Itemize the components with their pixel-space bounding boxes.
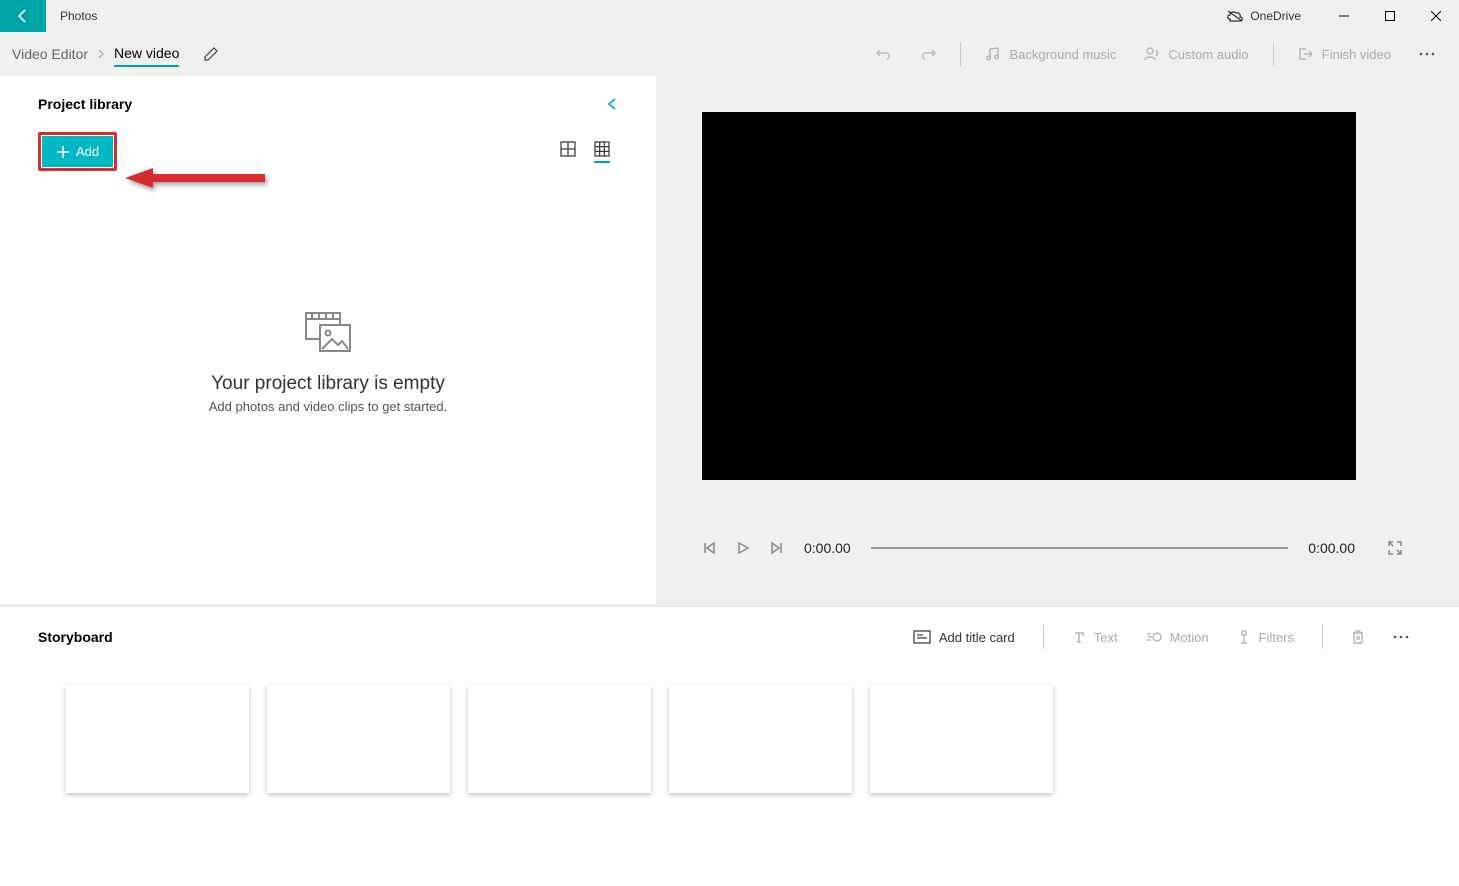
more-icon [1419,52,1435,56]
cloud-off-icon [1226,9,1244,23]
add-title-card-label: Add title card [939,630,1015,645]
storyboard-cards [38,685,1421,793]
separator [1043,625,1044,649]
toolbar: Video Editor New video Background music … [0,32,1459,76]
finish-video-label: Finish video [1322,47,1391,62]
play-button[interactable] [736,541,750,555]
delete-button[interactable] [1339,625,1377,649]
time-total: 0:00.00 [1308,540,1355,556]
add-label: Add [76,144,99,159]
more-icon [1393,635,1409,639]
filters-label: Filters [1259,630,1294,645]
storyboard-slot[interactable] [66,685,249,793]
prev-frame-button[interactable] [702,541,716,555]
library-title: Project library [38,96,132,112]
motion-icon [1146,630,1162,644]
empty-subtitle: Add photos and video clips to get starte… [38,399,618,414]
maximize-button[interactable] [1367,0,1413,32]
storyboard-more-button[interactable] [1381,631,1421,643]
custom-audio-label: Custom audio [1168,47,1248,62]
chevron-right-icon [96,49,106,59]
video-preview[interactable] [702,112,1356,480]
custom-audio-button[interactable]: Custom audio [1132,40,1260,68]
onedrive-label: OneDrive [1250,9,1301,23]
music-icon [985,46,1001,62]
annotation-arrow [125,166,275,194]
finish-video-button[interactable]: Finish video [1286,40,1403,68]
close-button[interactable] [1413,0,1459,32]
separator [960,42,961,66]
next-frame-button[interactable] [770,541,784,555]
grid-large-icon [560,141,576,157]
undo-button[interactable] [864,36,904,72]
motion-button[interactable]: Motion [1134,626,1221,649]
minimize-button[interactable] [1321,0,1367,32]
text-icon [1072,630,1086,644]
player-controls: 0:00.00 0:00.00 [702,540,1403,556]
empty-title: Your project library is empty [38,373,618,395]
storyboard-slot[interactable] [267,685,450,793]
breadcrumb: Video Editor New video [12,41,219,67]
text-button[interactable]: Text [1060,626,1130,649]
storyboard-title: Storyboard [38,629,113,645]
storyboard-slot[interactable] [669,685,852,793]
export-icon [1298,46,1314,62]
empty-library-icon [38,311,618,353]
plus-icon [56,145,70,159]
onedrive-status[interactable]: OneDrive [1226,9,1301,23]
view-large-grid-button[interactable] [560,141,576,163]
title-card-icon [913,630,931,644]
app-title: Photos [60,9,97,23]
motion-label: Motion [1170,630,1209,645]
breadcrumb-current[interactable]: New video [114,41,179,67]
main-content: Project library Add [0,76,1459,604]
library-empty-state: Your project library is empty Add photos… [38,311,618,414]
seek-bar[interactable] [871,547,1289,549]
storyboard-slot[interactable] [870,685,1053,793]
preview-area: 0:00.00 0:00.00 [656,76,1459,604]
add-button-highlight: Add [38,132,117,171]
trash-icon [1351,629,1365,645]
more-button[interactable] [1407,36,1447,72]
titlebar: Photos OneDrive [0,0,1459,32]
view-small-grid-button[interactable] [594,141,610,163]
filters-icon [1237,630,1251,644]
collapse-library-button[interactable] [606,96,618,112]
breadcrumb-root[interactable]: Video Editor [12,42,88,66]
add-button[interactable]: Add [42,136,113,167]
separator [1273,42,1274,66]
edit-title-button[interactable] [203,46,219,62]
time-current: 0:00.00 [804,540,851,556]
add-title-card-button[interactable]: Add title card [901,626,1027,649]
project-library-panel: Project library Add [0,76,656,604]
filters-button[interactable]: Filters [1225,626,1306,649]
storyboard-section: Storyboard Add title card Text Motion Fi… [0,606,1459,886]
bg-music-label: Background music [1009,47,1116,62]
audio-person-icon [1144,46,1160,62]
separator [1322,625,1323,649]
grid-small-icon [594,141,610,157]
back-button[interactable] [0,0,46,32]
background-music-button[interactable]: Background music [973,40,1128,68]
fullscreen-button[interactable] [1387,540,1403,556]
storyboard-slot[interactable] [468,685,651,793]
redo-button[interactable] [908,36,948,72]
text-label: Text [1094,630,1118,645]
